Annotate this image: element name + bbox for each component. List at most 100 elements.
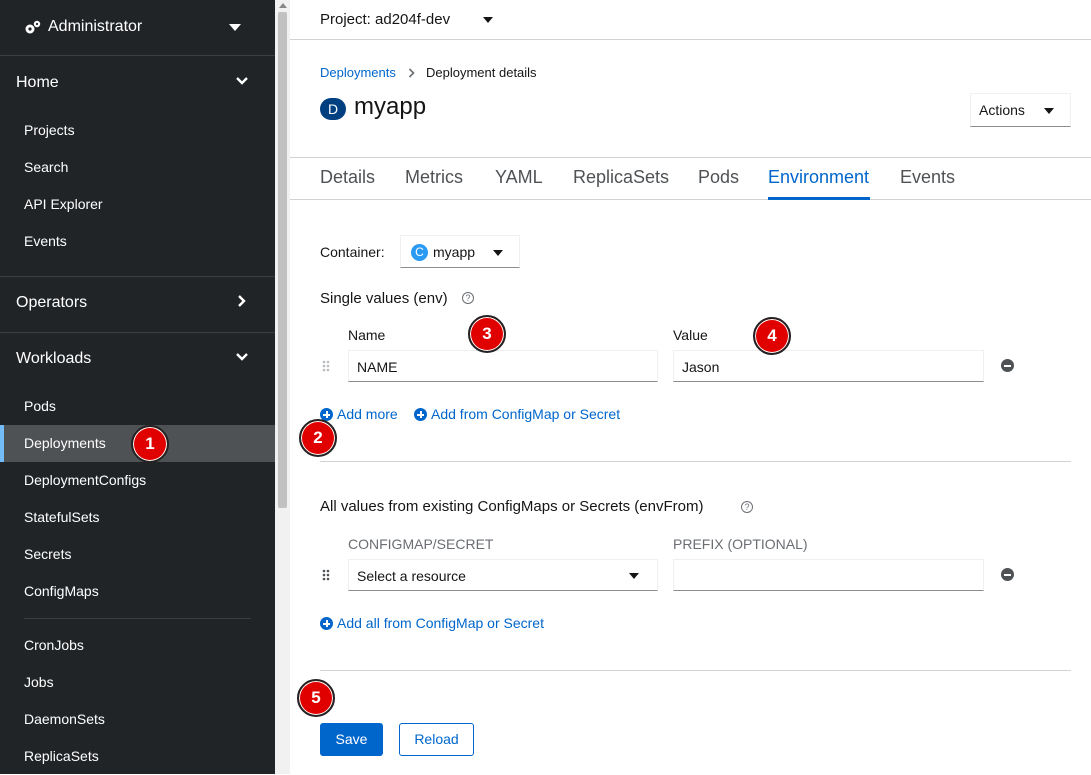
nav-section-label: Operators xyxy=(16,294,88,311)
sidebar-item-replicasets[interactable]: ReplicaSets xyxy=(0,738,275,775)
sidebar-item-api-explorer[interactable]: API Explorer xyxy=(0,186,275,223)
configmap-column-header: CONFIGMAP/SECRET xyxy=(348,536,494,552)
tabs-top-border xyxy=(290,157,1091,158)
container-badge: C xyxy=(411,244,428,261)
sidebar-item-label: CronJobs xyxy=(24,637,84,653)
section-divider xyxy=(320,670,1071,671)
resource-select-value: Select a resource xyxy=(357,568,466,584)
tab-environment[interactable]: Environment xyxy=(768,167,869,188)
caret-down-icon xyxy=(493,250,503,256)
sidebar-item-label: Jobs xyxy=(24,674,54,690)
sidebar-item-statefulsets[interactable]: StatefulSets xyxy=(0,499,275,536)
env-name-value: NAME xyxy=(357,359,398,375)
actions-label: Actions xyxy=(979,102,1025,118)
sidebar-item-label: DeploymentConfigs xyxy=(24,472,147,488)
caret-down-icon[interactable] xyxy=(483,17,493,23)
chevron-right-icon xyxy=(408,68,415,78)
prefix-input[interactable] xyxy=(673,559,984,591)
sidebar-item-label: Pods xyxy=(24,398,56,414)
add-from-configmap-link[interactable]: Add from ConfigMap or Secret xyxy=(414,406,620,422)
sidebar-item-label: Projects xyxy=(24,122,75,138)
env-value-input[interactable]: Jason xyxy=(673,350,984,382)
sidebar-item-jobs[interactable]: Jobs xyxy=(0,664,275,701)
add-all-label: Add all from ConfigMap or Secret xyxy=(337,615,544,631)
resource-select[interactable]: Select a resource xyxy=(348,559,658,591)
annotation-marker-3: 3 xyxy=(468,315,506,353)
annotation-marker-2: 2 xyxy=(299,419,337,457)
nav-section-label: Workloads xyxy=(16,350,92,367)
tab-metrics[interactable]: Metrics xyxy=(405,167,463,188)
sidebar-item-daemonsets[interactable]: DaemonSets xyxy=(0,701,275,738)
prefix-column-header: PREFIX (OPTIONAL) xyxy=(673,536,808,552)
sidebar-item-label: ConfigMaps xyxy=(24,583,99,599)
nav-divider xyxy=(24,618,251,619)
caret-down-icon xyxy=(629,573,639,579)
sidebar-scrollbar[interactable] xyxy=(275,0,290,774)
deployment-badge: D xyxy=(320,98,346,120)
tab-events[interactable]: Events xyxy=(900,167,955,188)
nav-section-operators[interactable]: Operators xyxy=(0,276,275,332)
chevron-down-icon xyxy=(236,353,248,361)
add-more-link[interactable]: Add more xyxy=(320,406,398,422)
annotation-marker-1: 1 xyxy=(131,425,169,463)
gears-icon xyxy=(25,20,41,34)
sidebar-item-label: API Explorer xyxy=(24,196,103,212)
sidebar-item-events[interactable]: Events xyxy=(0,223,275,260)
nav-section-workloads[interactable]: Workloads xyxy=(0,332,275,388)
env-value-value: Jason xyxy=(682,359,720,375)
remove-row-icon[interactable] xyxy=(1001,359,1014,372)
caret-down-icon xyxy=(229,24,241,31)
section-divider xyxy=(320,461,1071,462)
nav-section-label: Home xyxy=(16,74,59,91)
sidebar-item-configmaps[interactable]: ConfigMaps xyxy=(0,573,275,610)
help-icon[interactable]: ? xyxy=(741,501,753,513)
breadcrumb-current: Deployment details xyxy=(426,65,537,80)
value-column-header: Value xyxy=(673,327,708,343)
plus-circle-icon xyxy=(414,408,427,421)
reload-button[interactable]: Reload xyxy=(399,723,474,756)
env-name-input[interactable]: NAME xyxy=(348,350,658,382)
tab-pods[interactable]: Pods xyxy=(698,167,739,188)
actions-dropdown[interactable]: Actions xyxy=(970,93,1071,127)
sidebar-item-label: ReplicaSets xyxy=(24,748,99,764)
sidebar-item-label: Search xyxy=(24,159,69,175)
main-content: Project: ad204f-dev Deployments Deployme… xyxy=(290,0,1091,774)
sidebar-item-search[interactable]: Search xyxy=(0,149,275,186)
sidebar-item-projects[interactable]: Projects xyxy=(0,112,275,149)
scroll-up-arrow-icon[interactable] xyxy=(279,3,287,8)
sidebar-item-cronjobs[interactable]: CronJobs xyxy=(0,627,275,664)
annotation-marker-5: 5 xyxy=(297,679,335,717)
container-dropdown[interactable]: C myapp xyxy=(400,235,520,268)
tab-yaml[interactable]: YAML xyxy=(495,167,543,188)
tab-details[interactable]: Details xyxy=(320,167,375,188)
add-all-link[interactable]: Add all from ConfigMap or Secret xyxy=(320,615,544,631)
sidebar-item-pods[interactable]: Pods xyxy=(0,388,275,425)
remove-row-icon[interactable] xyxy=(1001,568,1014,581)
sidebar-item-label: StatefulSets xyxy=(24,509,100,525)
help-icon[interactable]: ? xyxy=(462,292,474,304)
project-selector[interactable]: Project: ad204f-dev xyxy=(320,11,450,28)
nav-section-home[interactable]: Home xyxy=(0,56,275,112)
breadcrumb-deployments-link[interactable]: Deployments xyxy=(320,65,396,80)
container-label: Container: xyxy=(320,244,385,260)
sidebar-item-label: Secrets xyxy=(24,546,72,562)
drag-handle-icon[interactable] xyxy=(322,360,330,372)
drag-handle-icon[interactable] xyxy=(322,569,330,581)
page-title: myapp xyxy=(354,93,427,120)
scrollbar-thumb[interactable] xyxy=(278,12,287,508)
perspective-label: Administrator xyxy=(48,18,143,35)
save-button[interactable]: Save xyxy=(320,723,383,756)
add-more-label: Add more xyxy=(337,406,398,422)
annotation-marker-4: 4 xyxy=(753,317,791,355)
sidebar-item-label: DaemonSets xyxy=(24,711,105,727)
sidebar-item-secrets[interactable]: Secrets xyxy=(0,536,275,573)
sidebar-item-deploymentconfigs[interactable]: DeploymentConfigs xyxy=(0,462,275,499)
perspective-switcher[interactable]: Administrator xyxy=(0,0,275,56)
single-values-title: Single values (env) xyxy=(320,290,448,307)
tab-replicasets[interactable]: ReplicaSets xyxy=(573,167,669,188)
envfrom-title: All values from existing ConfigMaps or S… xyxy=(320,498,704,515)
plus-circle-icon xyxy=(320,617,333,630)
name-column-header: Name xyxy=(348,327,386,343)
sidebar: Administrator Home Projects Search API E… xyxy=(0,0,275,774)
chevron-right-icon xyxy=(238,295,246,307)
